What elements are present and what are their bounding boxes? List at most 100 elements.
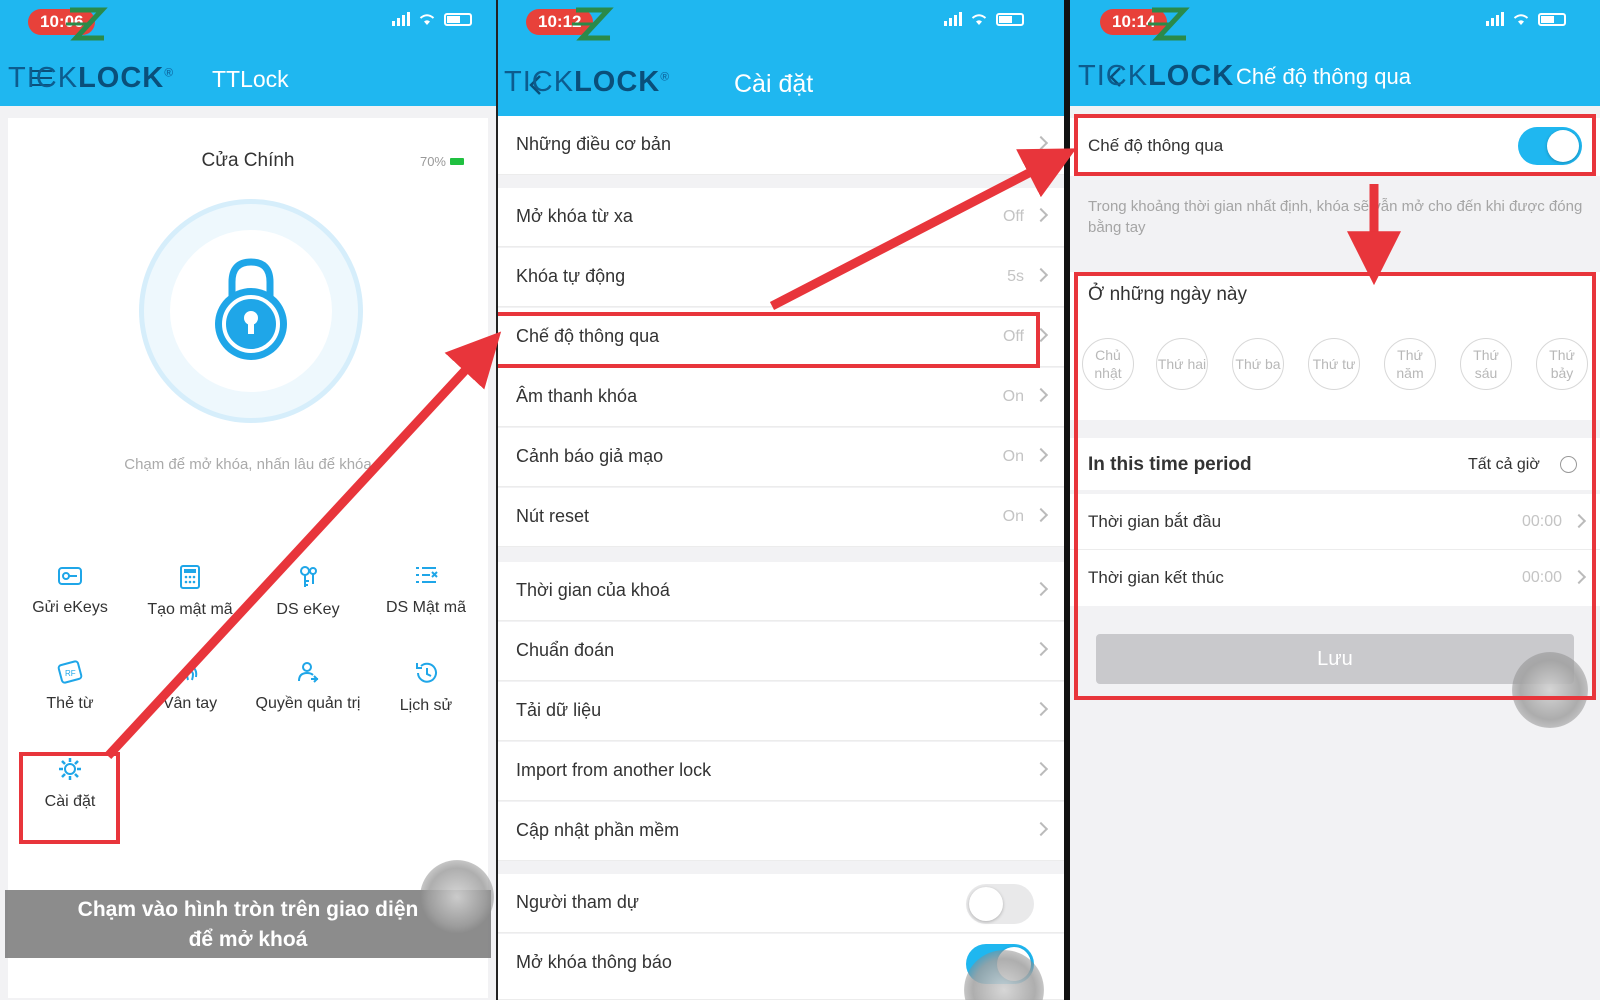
admin-rights-button[interactable]: Quyền quản trị bbox=[248, 660, 368, 714]
chevron-right-icon bbox=[1033, 507, 1049, 523]
battery-icon bbox=[444, 12, 472, 26]
passcode-list-icon bbox=[416, 567, 438, 583]
keypad-icon bbox=[180, 565, 200, 589]
ticklock-z-logo-icon bbox=[1148, 7, 1190, 41]
brand-logo: TICKLOCK bbox=[1078, 60, 1235, 92]
divider bbox=[496, 0, 498, 1000]
settings-button[interactable]: Cài đặt bbox=[10, 756, 130, 812]
day-thursday[interactable]: Thứ năm bbox=[1384, 338, 1436, 390]
history-button[interactable]: Lịch sử bbox=[366, 660, 486, 716]
send-ekeys-button[interactable]: Gửi eKeys bbox=[10, 564, 130, 618]
all-hours-radio[interactable] bbox=[1560, 456, 1577, 473]
ekey-icon bbox=[58, 567, 82, 585]
chevron-right-icon bbox=[1033, 387, 1049, 403]
unlock-hint: Chạm để mở khóa, nhấn lâu để khóa bbox=[124, 456, 372, 473]
settings-row-tamper-alert[interactable]: Cảnh báo giả mạo On bbox=[498, 428, 1064, 487]
ic-card-button[interactable]: RF Thẻ từ bbox=[10, 660, 130, 714]
day-sunday[interactable]: Chủ nhật bbox=[1082, 338, 1134, 390]
passage-mode-toggle-row: Chế độ thông qua bbox=[1070, 118, 1600, 176]
phone-screen-settings: 10:12 TICKLOCK® Cài đặt Những điều cơ bả… bbox=[498, 0, 1064, 1000]
settings-row-basics[interactable]: Những điều cơ bản bbox=[498, 116, 1064, 175]
chevron-right-icon bbox=[1033, 641, 1049, 657]
day-friday[interactable]: Thứ sáu bbox=[1460, 338, 1512, 390]
lock-battery: 70% bbox=[420, 154, 464, 169]
padlock-icon bbox=[215, 258, 287, 360]
app-header: 10:06 TICKLOCK® TTLock bbox=[0, 0, 496, 106]
ticklock-z-logo-icon bbox=[572, 7, 614, 41]
settings-row-reset-button[interactable]: Nút reset On bbox=[498, 488, 1064, 547]
battery-icon bbox=[1538, 12, 1566, 26]
chevron-right-icon bbox=[1571, 569, 1587, 585]
signal-icon bbox=[944, 12, 962, 26]
chevron-right-icon bbox=[1033, 327, 1049, 343]
chevron-right-icon bbox=[1033, 267, 1049, 283]
app-header: 10:14 TICKLOCK Chế độ thông qua bbox=[1070, 0, 1600, 106]
lock-name: Cửa Chính bbox=[201, 150, 295, 171]
chevron-right-icon bbox=[1033, 821, 1049, 837]
ekey-list-button[interactable]: DS eKey bbox=[248, 564, 368, 620]
day-saturday[interactable]: Thứ bảy bbox=[1536, 338, 1588, 390]
key-list-icon bbox=[300, 566, 317, 587]
days-title: Ở những ngày này bbox=[1088, 284, 1247, 305]
divider bbox=[1064, 0, 1070, 1000]
svg-text:RF: RF bbox=[65, 669, 76, 678]
brand-logo: TICKLOCK® bbox=[504, 66, 671, 98]
settings-row-diagnosis[interactable]: Chuẩn đoán bbox=[498, 622, 1064, 681]
lock-main: Cửa Chính 70% Chạm để mở khóa, nhấn lâu … bbox=[8, 118, 488, 998]
chevron-right-icon bbox=[1033, 207, 1049, 223]
admin-user-icon bbox=[298, 662, 319, 683]
passcode-list-button[interactable]: DS Mật mã bbox=[366, 564, 486, 618]
chevron-right-icon bbox=[1571, 513, 1587, 529]
all-hours-label: Tất cả giờ bbox=[1468, 456, 1540, 473]
signal-icon bbox=[1486, 12, 1504, 26]
chevron-right-icon bbox=[1033, 135, 1049, 151]
status-icons bbox=[1486, 12, 1566, 26]
app-header: 10:12 TICKLOCK® Cài đặt bbox=[498, 0, 1064, 116]
rfid-card-icon: RF bbox=[57, 660, 83, 684]
header-title: Cài đặt bbox=[734, 70, 814, 98]
save-button[interactable]: Lưu bbox=[1096, 634, 1574, 684]
settings-row-attendance: Người tham dự bbox=[498, 874, 1064, 933]
unlock-circle-button[interactable] bbox=[144, 204, 358, 418]
settings-row-firmware-update[interactable]: Cập nhật phần mềm bbox=[498, 802, 1064, 861]
header-title: TTLock bbox=[212, 66, 289, 92]
status-icons bbox=[392, 12, 472, 26]
day-wednesday[interactable]: Thứ tư bbox=[1308, 338, 1360, 390]
end-time-row[interactable]: Thời gian kết thúc 00:00 bbox=[1070, 550, 1600, 606]
status-icons bbox=[944, 12, 1024, 26]
history-clock-icon bbox=[416, 662, 437, 683]
settings-row-import[interactable]: Import from another lock bbox=[498, 742, 1064, 801]
settings-row-auto-lock[interactable]: Khóa tự động 5s bbox=[498, 248, 1064, 307]
chevron-right-icon bbox=[1033, 447, 1049, 463]
day-tuesday[interactable]: Thứ ba bbox=[1232, 338, 1284, 390]
time-period-header: In this time period Tất cả giờ bbox=[1070, 438, 1600, 490]
signal-icon bbox=[392, 12, 410, 26]
day-monday[interactable]: Thứ hai bbox=[1156, 338, 1208, 390]
assistive-touch-button[interactable] bbox=[420, 860, 494, 934]
settings-row-lock-time[interactable]: Thời gian của khoá bbox=[498, 562, 1064, 621]
chevron-right-icon bbox=[1033, 761, 1049, 777]
battery-level-icon bbox=[450, 158, 464, 165]
settings-row-passage-mode[interactable]: Chế độ thông qua Off bbox=[498, 308, 1064, 367]
instruction-caption: Chạm vào hình tròn trên giao diện để mở … bbox=[5, 890, 491, 958]
settings-row-upload-data[interactable]: Tải dữ liệu bbox=[498, 682, 1064, 741]
phone-screen-passage-mode: 10:14 TICKLOCK Chế độ thông qua Chế độ t… bbox=[1070, 0, 1600, 1000]
wifi-icon bbox=[419, 14, 435, 25]
start-time-row[interactable]: Thời gian bắt đầu 00:00 bbox=[1070, 494, 1600, 550]
create-passcode-button[interactable]: Tạo mật mã bbox=[130, 564, 250, 620]
assistive-touch-button[interactable] bbox=[1512, 652, 1588, 728]
battery-icon bbox=[996, 12, 1024, 26]
chevron-right-icon bbox=[1033, 701, 1049, 717]
wifi-icon bbox=[971, 14, 987, 25]
attendance-toggle[interactable] bbox=[966, 884, 1034, 924]
chevron-right-icon bbox=[1033, 581, 1049, 597]
ticklock-z-logo-icon bbox=[66, 7, 108, 41]
passage-mode-toggle[interactable] bbox=[1518, 127, 1582, 165]
fingerprint-icon bbox=[182, 665, 198, 681]
settings-row-lock-sound[interactable]: Âm thanh khóa On bbox=[498, 368, 1064, 427]
settings-row-remote-unlock[interactable]: Mở khóa từ xa Off bbox=[498, 188, 1064, 247]
end-time-value: 00:00 bbox=[1521, 569, 1562, 586]
start-time-value: 00:00 bbox=[1521, 513, 1562, 530]
fingerprint-button[interactable]: Vân tay bbox=[130, 660, 250, 714]
gear-icon bbox=[59, 758, 81, 780]
